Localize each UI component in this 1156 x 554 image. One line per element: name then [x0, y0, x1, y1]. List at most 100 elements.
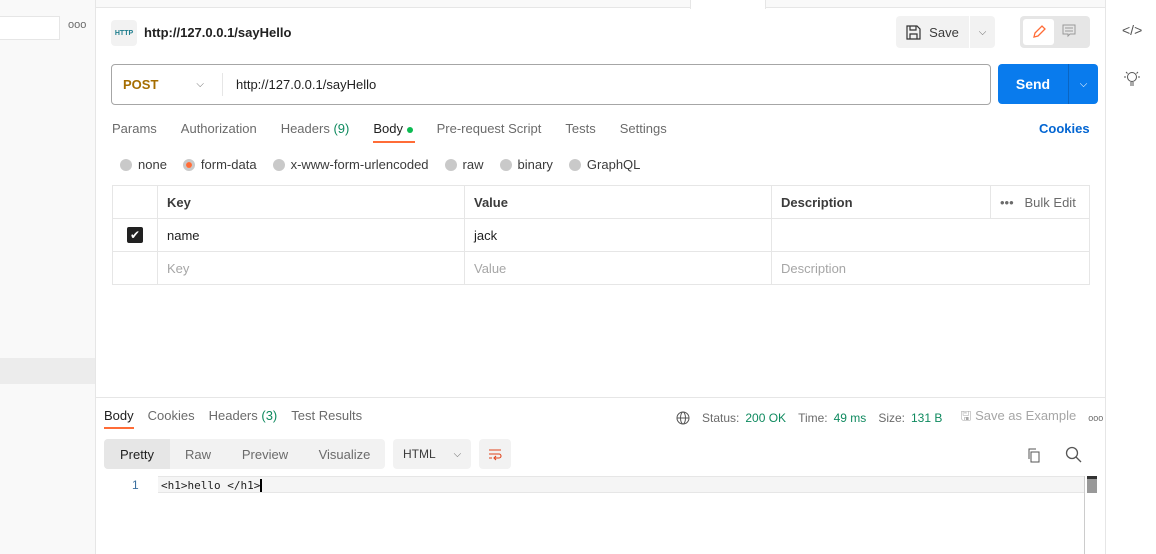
column-header-description: Description [771, 185, 991, 219]
tab-headers-label: Headers [280, 121, 330, 136]
row-checkbox-cell: ✔ [112, 218, 158, 252]
tab-authorization[interactable]: Authorization [181, 121, 257, 136]
request-title[interactable]: http://127.0.0.1/sayHello [144, 25, 291, 40]
headers-count: (9) [333, 121, 350, 136]
view-visualize[interactable]: Visualize [304, 439, 385, 469]
tab-settings[interactable]: Settings [620, 121, 667, 136]
edit-pencil-icon[interactable] [1023, 19, 1054, 45]
editor-scrollbar-thumb[interactable] [1087, 476, 1097, 493]
http-request-icon: HTTP [111, 20, 137, 46]
radio-graphql[interactable]: GraphQL [568, 157, 640, 172]
send-button-group: Send ⌵ [998, 64, 1098, 104]
description-cell[interactable] [771, 218, 1090, 252]
column-header-value: Value [464, 185, 772, 219]
more-options-icon[interactable]: ooo [68, 19, 86, 31]
radio-label: none [138, 157, 167, 172]
radio-dot [499, 158, 512, 171]
copy-icon[interactable] [1026, 447, 1042, 466]
radio-dot [272, 158, 285, 171]
sidebar-item-selected[interactable] [0, 358, 95, 384]
chevron-down-icon: ⌵ [453, 448, 462, 460]
wrap-lines-button[interactable] [479, 439, 511, 469]
bulk-edit-button[interactable]: Bulk Edit [1025, 195, 1076, 210]
more-options-icon[interactable]: ••• [1000, 195, 1014, 210]
view-preview[interactable]: Preview [226, 439, 304, 469]
value-input[interactable]: Value [464, 251, 772, 285]
send-dropdown-chevron-icon[interactable]: ⌵ [1068, 64, 1098, 104]
description-input[interactable]: Description [771, 251, 1090, 285]
code-line: <h1>hello </h1> [158, 479, 263, 492]
radio-x-www-form-urlencoded[interactable]: x-www-form-urlencoded [272, 157, 429, 172]
radio-binary[interactable]: binary [499, 157, 553, 172]
save-as-example-button[interactable]: 🖫 Save as Example [960, 407, 1076, 429]
status-label: Status: [702, 411, 740, 425]
radio-dot [444, 158, 457, 171]
method-select[interactable]: POST ⌵ [112, 65, 222, 104]
code-icon[interactable]: </> [1122, 22, 1142, 38]
more-options-icon[interactable]: ooo [1088, 413, 1103, 423]
radio-label: raw [462, 157, 484, 172]
method-label: POST [123, 77, 159, 92]
save-icon [906, 24, 921, 40]
right-sidebar: </> [1105, 0, 1156, 554]
url-input[interactable]: http://127.0.0.1/sayHello [236, 77, 376, 92]
save-dropdown-chevron-icon[interactable]: ⌵ [969, 16, 995, 48]
response-tab-test-results[interactable]: Test Results [291, 408, 362, 423]
comment-icon[interactable] [1062, 24, 1076, 41]
status-value[interactable]: 200 OK [745, 411, 786, 425]
radio-label: form-data [200, 157, 257, 172]
response-tabs: Body Cookies Headers (3) Test Results [104, 408, 362, 429]
table-row-empty: Key Value Description [112, 251, 1090, 285]
response-tab-headers[interactable]: Headers (3) [209, 408, 278, 423]
sidebar-search-input[interactable] [0, 16, 60, 40]
radio-label: binary [517, 157, 553, 172]
time-value[interactable]: 49 ms [834, 411, 867, 425]
radio-label: x-www-form-urlencoded [290, 157, 429, 172]
save-label: Save [929, 24, 959, 40]
tab-body-label: Body [373, 121, 403, 136]
radio-raw[interactable]: raw [444, 157, 484, 172]
response-tab-body[interactable]: Body [104, 408, 134, 429]
checkbox-checked[interactable]: ✔ [127, 227, 143, 243]
format-select[interactable]: HTML ⌵ [393, 439, 471, 469]
divider [222, 73, 223, 96]
url-bar: POST ⌵ http://127.0.0.1/sayHello [111, 64, 991, 105]
form-data-table: Key Value Description ••• Bulk Edit ✔ na… [112, 185, 1090, 285]
code-editor-current-line[interactable]: <h1>hello </h1> [158, 476, 1085, 493]
globe-icon[interactable] [676, 411, 690, 425]
lightbulb-icon[interactable] [1123, 70, 1141, 91]
radio-none[interactable]: none [120, 157, 167, 172]
tab-label: Body [104, 408, 134, 423]
tab-body[interactable]: Body [373, 121, 415, 143]
wrap-lines-icon [489, 449, 502, 461]
chevron-down-icon: ⌵ [196, 79, 204, 90]
tab-label: Headers [208, 408, 258, 423]
tab-pre-request-script[interactable]: Pre-request Script [437, 121, 542, 136]
radio-form-data[interactable]: form-data [182, 157, 257, 172]
tab-tests[interactable]: Tests [565, 121, 595, 136]
tab-headers[interactable]: Headers (9) [281, 121, 350, 136]
header-checkbox-cell [112, 185, 158, 219]
response-meta: Status: 200 OK Time: 49 ms Size: 131 B 🖫 Sa… [676, 407, 1103, 429]
format-label: HTML [403, 447, 436, 461]
view-pretty[interactable]: Pretty [104, 439, 170, 469]
pane-divider[interactable] [96, 397, 1105, 398]
view-toggle [1020, 16, 1090, 48]
view-raw[interactable]: Raw [170, 439, 226, 469]
save-button[interactable]: Save [896, 16, 969, 48]
tab-params[interactable]: Params [112, 121, 157, 136]
body-type-radios: none form-data x-www-form-urlencoded raw… [120, 157, 640, 172]
line-number: 1 [132, 478, 139, 492]
value-cell[interactable]: jack [464, 218, 772, 252]
search-icon[interactable] [1065, 446, 1082, 466]
cookies-link[interactable]: Cookies [1039, 121, 1090, 136]
size-value[interactable]: 131 B [911, 411, 942, 425]
save-as-example-label: Save as Example [975, 408, 1077, 423]
radio-dot [120, 158, 132, 171]
key-cell[interactable]: name [157, 218, 465, 252]
send-button[interactable]: Send [998, 64, 1068, 104]
tab-active[interactable] [690, 0, 766, 9]
request-tabs: Params Authorization Headers (9) Body Pr… [112, 121, 667, 143]
response-tab-cookies[interactable]: Cookies [148, 408, 195, 423]
key-input[interactable]: Key [157, 251, 465, 285]
